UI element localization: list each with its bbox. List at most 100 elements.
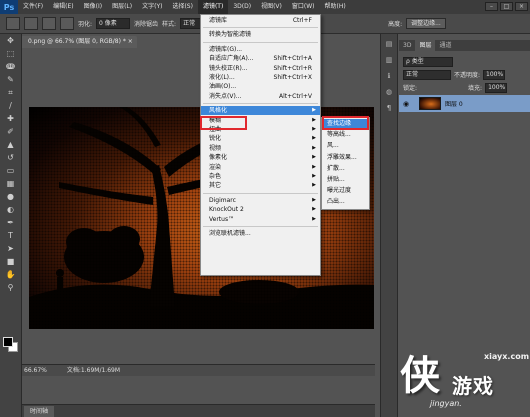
menu-item[interactable]: 帮助(H) (320, 0, 351, 14)
crop-tool-icon[interactable]: ⌗ (3, 87, 19, 99)
submenu-arrow-icon: ▶ (312, 196, 316, 203)
submenu-arrow-icon: ▶ (312, 154, 316, 161)
filter-menu-item[interactable]: 风格化 ▶ (201, 106, 320, 116)
paragraph-panel-icon[interactable]: ¶ (383, 104, 395, 114)
stylize-submenu-item[interactable]: 凸出... (322, 197, 369, 207)
fill-input[interactable]: 100% (485, 82, 508, 93)
layer-kind-filter[interactable]: ρ 类型 (403, 56, 453, 67)
foreground-color-swatch[interactable] (3, 337, 13, 347)
menu-item[interactable]: 图像(I) (79, 0, 107, 14)
filter-menu-item[interactable]: KnockOut 2 ▶ (201, 205, 320, 214)
filter-menu-item[interactable]: 油画(O)... (201, 82, 320, 91)
filter-menu-item[interactable]: 镜头校正(R)... Shift+Ctrl+R (201, 64, 320, 73)
timeline-tab[interactable]: 时间轴 (24, 406, 55, 417)
brush-tool-icon[interactable]: ✐ (3, 126, 19, 138)
filter-menu-item[interactable]: 滤镜库 Ctrl+F (201, 16, 320, 25)
filter-menu-item[interactable]: 视频 ▶ (201, 144, 320, 153)
lasso-tool-icon[interactable]: ↈ (3, 61, 19, 73)
subtract-selection-icon[interactable] (60, 17, 74, 30)
pen-tool-icon[interactable]: ✒ (3, 217, 19, 229)
type-tool-icon[interactable]: T (3, 230, 19, 242)
close-button[interactable]: × (515, 2, 528, 11)
layer-name[interactable]: 图层 0 (445, 99, 463, 108)
zoom-tool-icon[interactable]: ⚲ (3, 282, 19, 294)
filter-menu-item[interactable]: Vertus™ ▶ (201, 215, 320, 224)
menu-item[interactable]: 滤镜(T) (197, 0, 229, 14)
opacity-input[interactable]: 100% (483, 69, 506, 80)
doc-info[interactable]: 文档:1.69M/1.69M (67, 365, 120, 376)
maximize-button[interactable]: □ (500, 2, 513, 11)
filter-menu-item-label: 油画(O)... (209, 83, 237, 91)
submenu-arrow-icon: ▶ (312, 135, 316, 142)
filter-menu-item[interactable]: Digimarc ▶ (201, 196, 320, 205)
filter-menu-item[interactable]: 扭曲 ▶ (201, 125, 320, 134)
info-panel-icon[interactable]: ℹ (383, 72, 395, 82)
gradient-tool-icon[interactable]: ▦ (3, 178, 19, 190)
tab-channels[interactable]: 通道 (435, 40, 455, 51)
shortcut-label: Shift+Ctrl+X (273, 74, 312, 81)
zoom-level[interactable]: 66.67% (24, 365, 47, 376)
stylize-submenu-item[interactable]: 风... (322, 141, 369, 151)
menu-separator (203, 41, 318, 43)
marquee-preset-icon[interactable] (6, 17, 20, 30)
move-tool-icon[interactable]: ✥ (3, 35, 19, 47)
properties-panel-icon[interactable]: ▥ (383, 56, 395, 66)
history-brush-tool-icon[interactable]: ↺ (3, 152, 19, 164)
stylize-submenu-item[interactable]: 曝光过度 (322, 186, 369, 196)
filter-menu-item[interactable]: 锐化 ▶ (201, 134, 320, 143)
refine-edge-button[interactable]: 调整边缘... (406, 18, 446, 29)
style-label: 样式: (162, 21, 177, 28)
color-panel-icon[interactable]: ◍ (383, 88, 395, 98)
quick-select-tool-icon[interactable]: ✎ (3, 74, 19, 86)
feather-input[interactable]: 0 像素 (96, 18, 131, 29)
stylize-submenu-item[interactable]: 等高线... (322, 130, 369, 140)
blur-tool-icon[interactable]: ● (3, 191, 19, 203)
eyedropper-tool-icon[interactable]: ∕ (3, 100, 19, 112)
filter-menu-item[interactable]: 渲染 ▶ (201, 163, 320, 172)
menu-item[interactable]: 编辑(E) (48, 0, 78, 14)
tab-layers[interactable]: 图层 (415, 40, 436, 51)
stylize-submenu-item[interactable]: 扩散... (322, 164, 369, 174)
hand-tool-icon[interactable]: ✋ (3, 269, 19, 281)
eye-icon[interactable]: ◉ (403, 99, 413, 109)
stylize-submenu-item[interactable]: 查找边缘 (322, 119, 369, 129)
marquee-tool-icon[interactable]: ⬚ (3, 48, 19, 60)
minimize-button[interactable]: – (485, 2, 498, 11)
filter-menu-item[interactable]: 杂色 ▶ (201, 172, 320, 181)
color-swatches[interactable] (3, 337, 19, 353)
path-select-tool-icon[interactable]: ➤ (3, 243, 19, 255)
menu-item[interactable]: 3D(D) (228, 0, 256, 14)
filter-menu-item[interactable]: 模糊 ▶ (201, 116, 320, 125)
shape-tool-icon[interactable]: ■ (3, 256, 19, 268)
filter-menu-item[interactable]: 消失点(V)... Alt+Ctrl+V (201, 92, 320, 101)
filter-menu-item[interactable]: 液化(L)... Shift+Ctrl+X (201, 73, 320, 82)
blend-mode-select[interactable]: 正常 (403, 69, 451, 80)
tab-3d[interactable]: 3D (399, 40, 415, 51)
stylize-submenu-item[interactable]: 浮雕效果... (322, 153, 369, 163)
add-selection-icon[interactable] (42, 17, 56, 30)
filter-menu-item-label: 自适应广角(A)... (209, 55, 254, 63)
stylize-submenu-item[interactable]: 拼贴... (322, 175, 369, 185)
antialias-checkbox[interactable]: 消除锯齿 (134, 19, 158, 28)
dodge-tool-icon[interactable]: ◐ (3, 204, 19, 216)
menu-item[interactable]: 视图(V) (256, 0, 287, 14)
healing-tool-icon[interactable]: ✚ (3, 113, 19, 125)
filter-menu-item[interactable]: 转换为智能滤镜 (201, 30, 320, 39)
menu-item[interactable]: 文件(F) (18, 0, 48, 14)
filter-menu-item[interactable]: 浏览联机滤镜... (201, 229, 320, 238)
filter-menu-item-label: 风格化 (209, 107, 228, 115)
filter-menu-item[interactable]: 滤镜库(G)... (201, 45, 320, 54)
menu-item[interactable]: 窗口(W) (287, 0, 320, 14)
stamp-tool-icon[interactable]: ▲ (3, 139, 19, 151)
menu-item[interactable]: 选择(S) (167, 0, 198, 14)
filter-menu-item[interactable]: 像素化 ▶ (201, 153, 320, 162)
filter-menu-item[interactable]: 其它 ▶ (201, 181, 320, 190)
filter-menu-item[interactable]: 自适应广角(A)... Shift+Ctrl+A (201, 54, 320, 63)
menu-item[interactable]: 图层(L) (107, 0, 137, 14)
eraser-tool-icon[interactable]: ▭ (3, 165, 19, 177)
menu-item[interactable]: 文字(Y) (137, 0, 167, 14)
history-panel-icon[interactable]: ▤ (383, 40, 395, 50)
new-selection-icon[interactable] (24, 17, 38, 30)
document-tab[interactable]: 0.png @ 66.7% (图层 0, RGB/8) * × (22, 36, 137, 48)
layer-row[interactable]: ◉ 图层 0 (399, 95, 530, 112)
